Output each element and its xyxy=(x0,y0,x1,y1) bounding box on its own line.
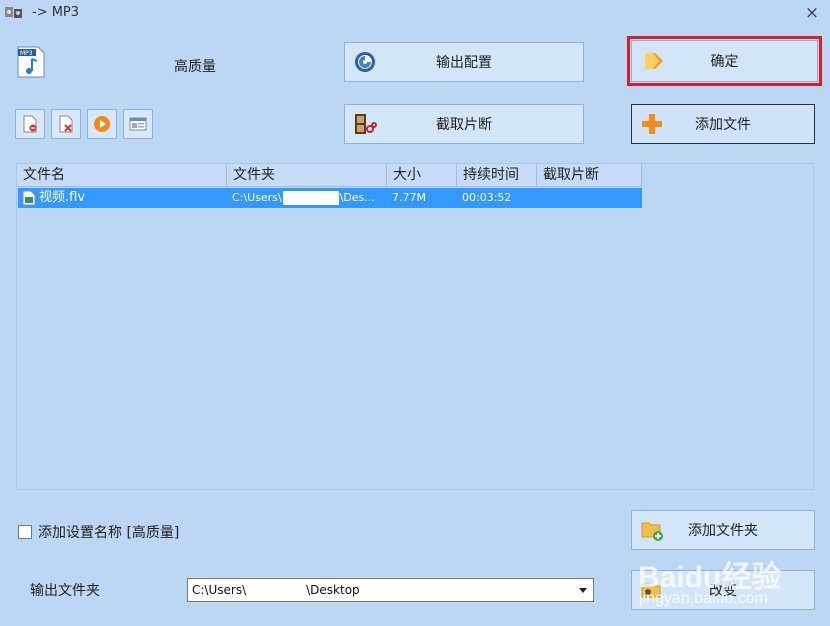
cell-clip xyxy=(538,188,642,208)
clip-label: 截取片断 xyxy=(436,117,492,133)
info-icon xyxy=(129,117,147,131)
plus-icon xyxy=(642,114,662,134)
output-path-prefix: C:\Users\ xyxy=(192,583,247,597)
output-path-suffix: \Desktop xyxy=(306,583,360,597)
file-name: 视频.flv xyxy=(39,190,86,205)
clear-list-button[interactable] xyxy=(51,109,81,139)
add-folder-button[interactable]: 添加文件夹 xyxy=(631,510,815,550)
output-folder-select[interactable]: C:\Users\ \Desktop xyxy=(187,578,594,602)
table-row[interactable]: 视频.flv C:\Users\ \Des... 7.77M 00:03:52 xyxy=(18,188,642,208)
arrow-right-icon xyxy=(645,53,663,69)
column-header-size[interactable]: 大小 xyxy=(387,164,457,187)
film-scissors-icon xyxy=(355,114,377,134)
list-toolbar xyxy=(15,109,153,139)
profile-name: 高质量 xyxy=(174,59,216,75)
svg-text:MP3: MP3 xyxy=(20,50,33,57)
add-setting-name-label: 添加设置名称 [高质量] xyxy=(38,525,180,541)
folder-change-icon xyxy=(641,583,661,598)
folder-prefix: C:\Users\ xyxy=(232,191,282,204)
clip-button[interactable]: 截取片断 xyxy=(344,104,584,144)
redacted-username xyxy=(247,584,306,597)
output-config-label: 输出配置 xyxy=(436,55,492,71)
add-setting-name-checkbox[interactable] xyxy=(18,525,32,539)
output-folder-label: 输出文件夹 xyxy=(30,583,100,599)
close-icon[interactable]: × xyxy=(804,4,820,22)
redacted-username xyxy=(282,191,339,205)
column-header-duration[interactable]: 持续时间 xyxy=(457,164,537,187)
window-title: -> MP3 xyxy=(32,5,80,20)
cell-duration: 00:03:52 xyxy=(462,191,512,204)
cell-folder: C:\Users\ \Des... xyxy=(228,188,388,208)
output-config-button[interactable]: 输出配置 xyxy=(344,42,584,82)
cell-name: 视频.flv xyxy=(18,188,228,208)
title-bar: -> MP3 × xyxy=(0,0,830,28)
list-header: 文件名 文件夹 大小 持续时间 截取片断 xyxy=(17,164,642,187)
file-list[interactable]: 文件名 文件夹 大小 持续时间 截取片断 视频.flv C:\Users\ \De… xyxy=(16,163,814,490)
change-button[interactable]: 改变 xyxy=(631,570,815,610)
chevron-down-icon[interactable] xyxy=(579,588,587,593)
video-file-icon xyxy=(22,190,36,206)
play-button[interactable] xyxy=(87,109,117,139)
remove-file-icon xyxy=(23,115,37,133)
app-icon xyxy=(5,7,22,18)
mp3-file-icon: MP3 xyxy=(17,46,45,78)
cell-size: 7.77M xyxy=(392,191,426,204)
folder-add-icon xyxy=(641,522,663,541)
clear-list-icon xyxy=(59,115,73,133)
folder-suffix: \Des... xyxy=(339,191,375,204)
remove-file-button[interactable] xyxy=(15,109,45,139)
column-header-clip[interactable]: 截取片断 xyxy=(537,164,642,187)
play-icon xyxy=(94,116,110,132)
info-button[interactable] xyxy=(123,109,153,139)
column-header-folder[interactable]: 文件夹 xyxy=(227,164,387,187)
add-setting-name-option: 添加设置名称 [高质量] xyxy=(18,522,179,542)
column-header-name[interactable]: 文件名 xyxy=(17,164,227,187)
gear-icon xyxy=(355,52,375,72)
ok-button[interactable]: 确定 xyxy=(631,40,818,82)
add-file-button[interactable]: 添加文件 xyxy=(631,104,815,144)
